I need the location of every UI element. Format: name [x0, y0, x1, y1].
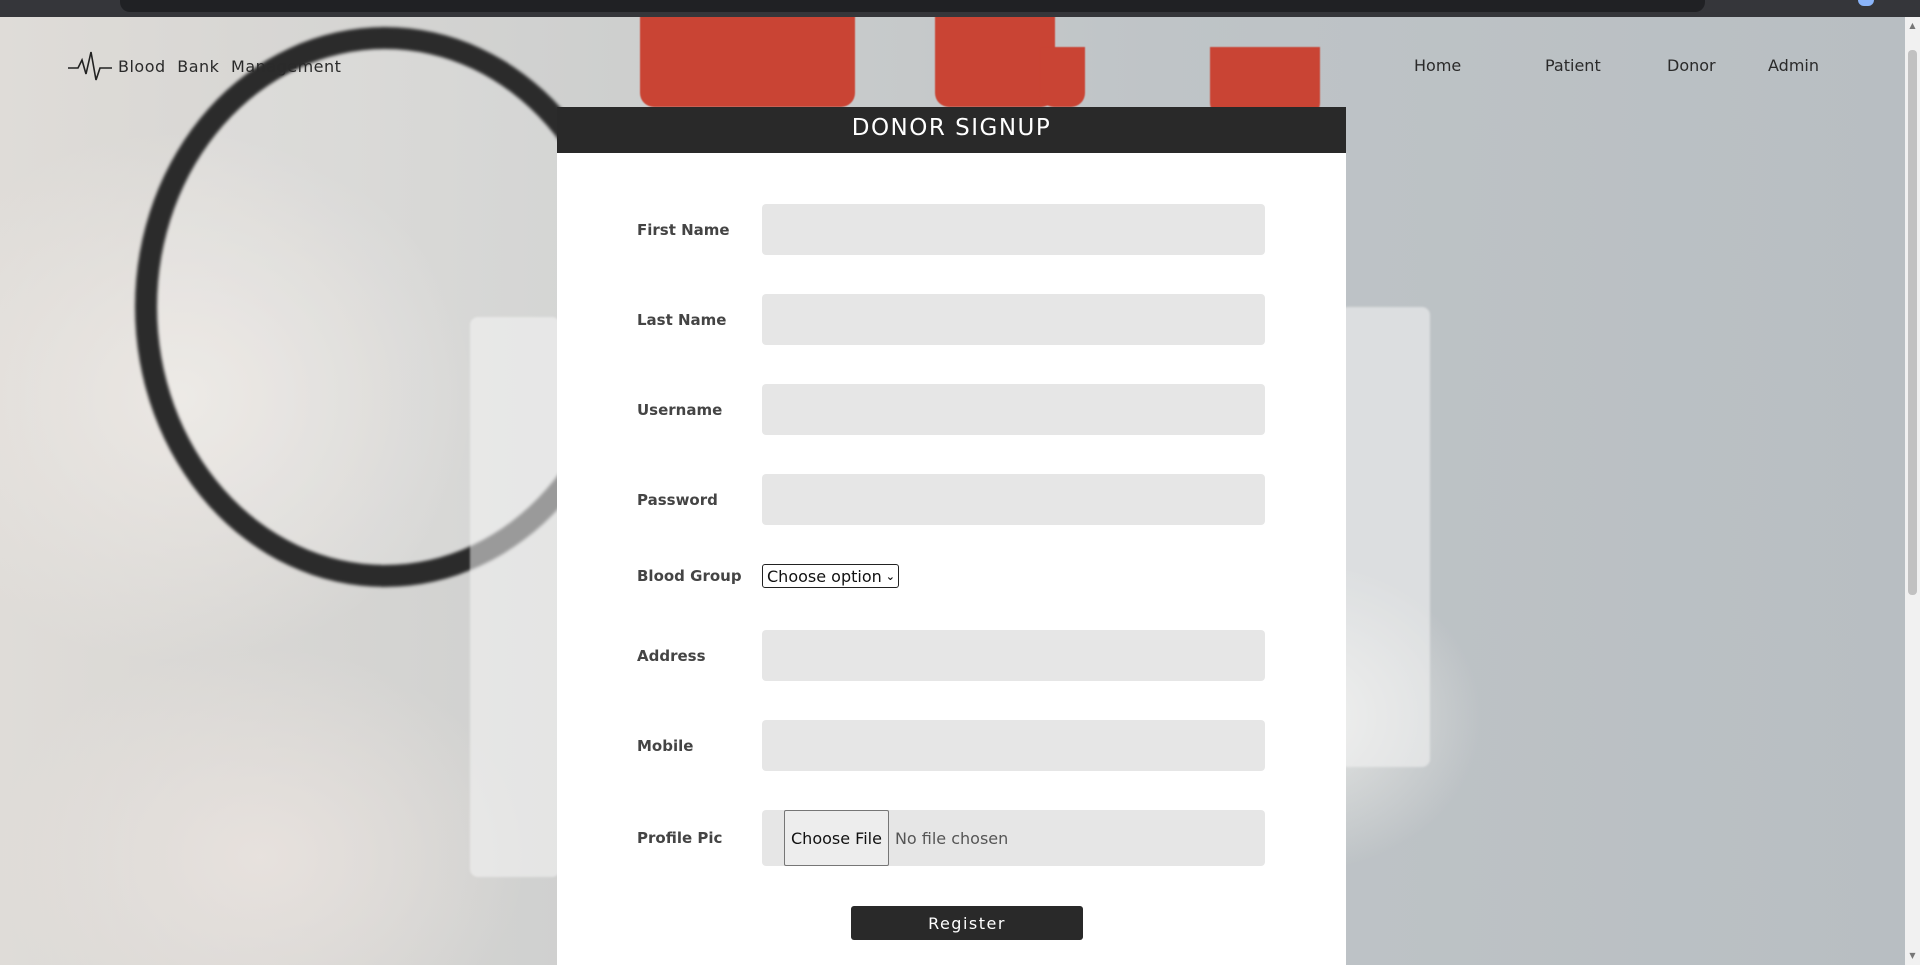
profile-pic-row: Profile Pic Choose File No file chosen — [637, 810, 1267, 866]
choose-file-button[interactable]: Choose File — [784, 810, 889, 866]
username-row: Username — [637, 384, 1267, 435]
address-input[interactable] — [762, 630, 1265, 681]
blood-group-selected: Choose option — [767, 566, 882, 586]
profile-pic-file-input: Choose File No file chosen — [762, 810, 1265, 866]
first-name-row: First Name — [637, 204, 1267, 255]
nav-admin[interactable]: Admin — [1768, 56, 1819, 75]
password-row: Password — [637, 474, 1267, 525]
mobile-label: Mobile — [637, 736, 694, 755]
scrollbar-thumb[interactable] — [1908, 50, 1917, 595]
file-status: No file chosen — [894, 828, 1009, 848]
address-row: Address — [637, 630, 1267, 681]
donor-signup-form: DONOR SIGNUP First Name Last Name Userna… — [557, 107, 1346, 965]
first-name-label: First Name — [637, 220, 730, 239]
page-scrollbar[interactable]: ▲ ▼ — [1905, 17, 1920, 965]
nav-home[interactable]: Home — [1414, 56, 1461, 75]
last-name-row: Last Name — [637, 294, 1267, 345]
scroll-up-arrow-icon[interactable]: ▲ — [1908, 21, 1917, 33]
blood-group-label: Blood Group — [637, 567, 742, 585]
password-label: Password — [637, 490, 718, 509]
scroll-down-arrow-icon[interactable]: ▼ — [1908, 951, 1917, 963]
address-label: Address — [637, 646, 706, 665]
username-input[interactable] — [762, 384, 1265, 435]
tube-rack-image — [470, 317, 560, 877]
mobile-row: Mobile — [637, 720, 1267, 771]
profile-icon[interactable] — [1858, 0, 1874, 6]
mobile-input[interactable] — [762, 720, 1265, 771]
first-name-input[interactable] — [762, 204, 1265, 255]
address-bar[interactable] — [120, 0, 1705, 12]
nav-donor[interactable]: Donor — [1667, 56, 1716, 75]
blood-group-row: Blood Group Choose option ⌄ — [637, 564, 1267, 588]
last-name-input[interactable] — [762, 294, 1265, 345]
password-input[interactable] — [762, 474, 1265, 525]
nav-patient[interactable]: Patient — [1545, 56, 1601, 75]
username-label: Username — [637, 400, 723, 419]
main-nav: Home Patient Donor Admin — [0, 56, 1920, 78]
blood-group-select[interactable]: Choose option ⌄ — [762, 564, 899, 588]
browser-toolbar — [0, 0, 1920, 17]
last-name-label: Last Name — [637, 310, 727, 329]
form-title: DONOR SIGNUP — [557, 107, 1346, 153]
profile-pic-label: Profile Pic — [637, 829, 723, 847]
tube-rack-image — [1340, 307, 1430, 767]
register-button[interactable]: Register — [851, 906, 1083, 940]
chevron-down-icon: ⌄ — [885, 569, 895, 583]
